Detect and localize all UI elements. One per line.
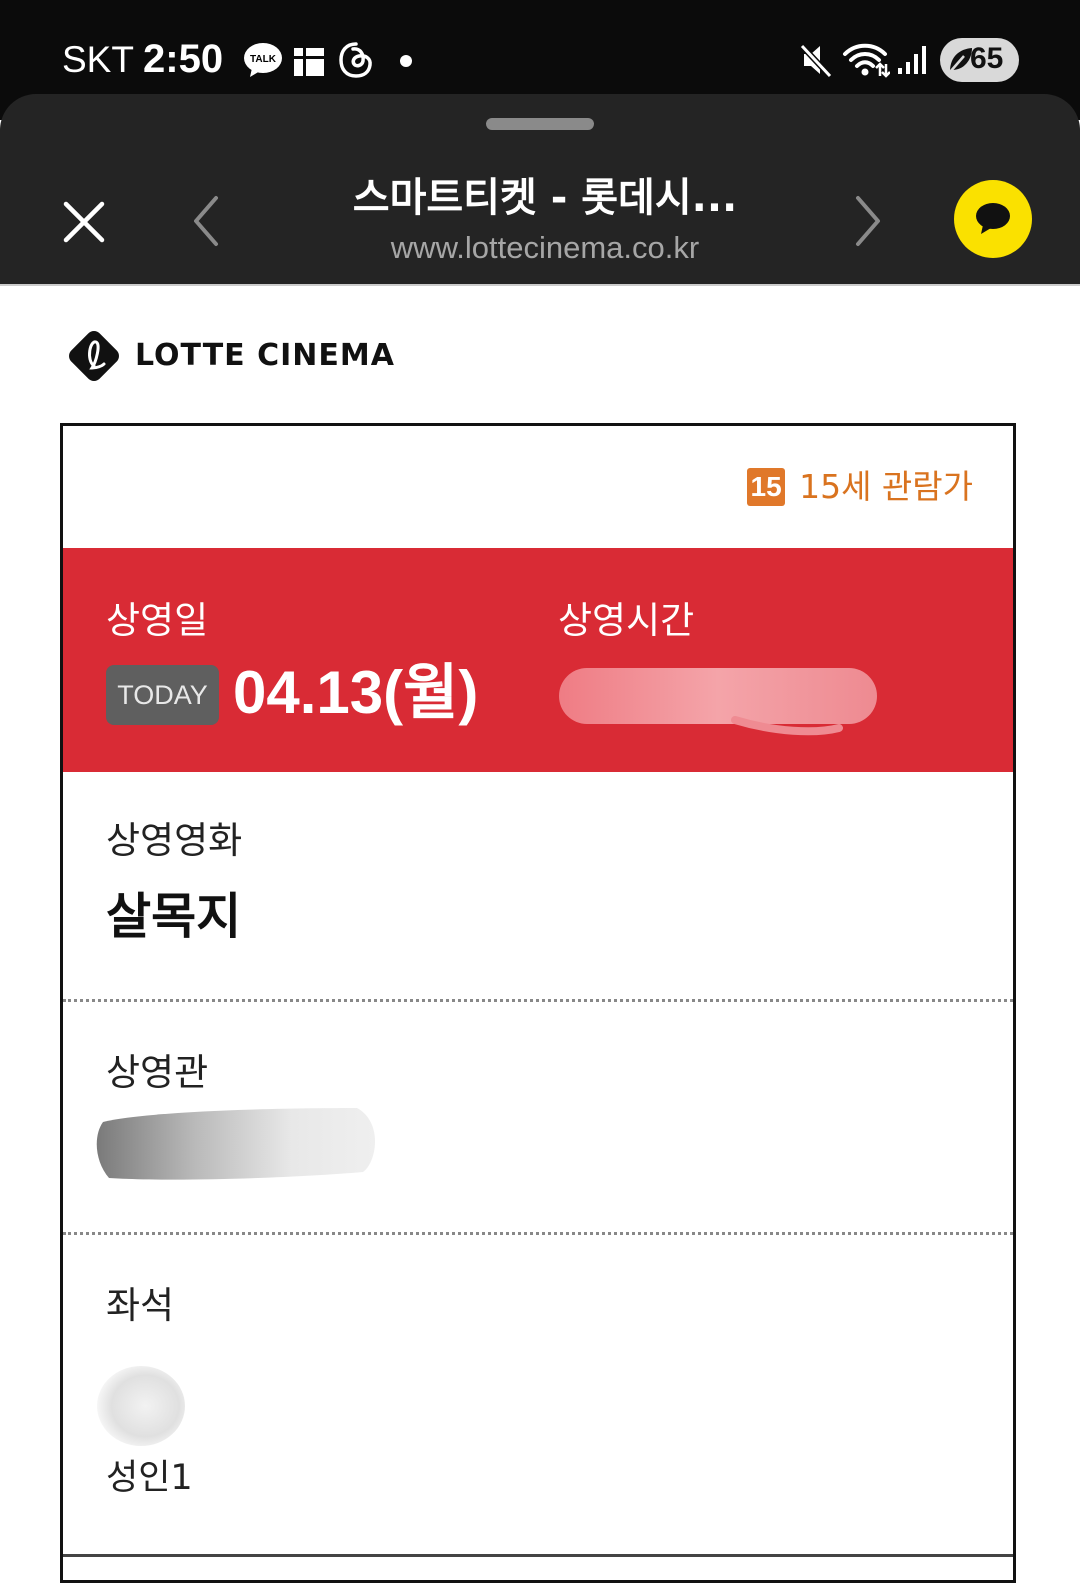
svg-text:TALK: TALK bbox=[250, 54, 277, 65]
redacted-seat-blur bbox=[97, 1366, 185, 1446]
signal-icon bbox=[898, 46, 926, 74]
calendar-widget-icon bbox=[294, 48, 324, 76]
movie-title: 살목지 bbox=[106, 888, 242, 945]
movie-label: 상영영화 bbox=[106, 819, 243, 862]
dotted-divider bbox=[63, 1232, 1013, 1235]
age-rating: 15 15세 관람가 bbox=[747, 466, 973, 508]
date-label: 상영일 bbox=[106, 599, 209, 642]
theater-label: 상영관 bbox=[106, 1051, 209, 1094]
seat-type: 성인1 bbox=[106, 1458, 193, 1498]
rating-15-icon: 15 bbox=[747, 468, 786, 506]
battery-indicator: 65 bbox=[940, 38, 1019, 82]
chevron-left-icon[interactable] bbox=[188, 194, 224, 248]
dot-icon bbox=[400, 55, 412, 67]
drag-handle[interactable] bbox=[486, 118, 594, 130]
in-app-browser-toolbar: 스마트티켓 - 롯데시... www.lottecinema.co.kr bbox=[0, 94, 1080, 285]
mute-icon bbox=[799, 43, 833, 79]
redacted-theater-blur bbox=[96, 1108, 375, 1180]
kakao-chat-icon bbox=[976, 203, 1010, 234]
rating-badge-number: 15 bbox=[750, 471, 782, 502]
close-icon[interactable] bbox=[60, 198, 108, 246]
dotted-divider bbox=[63, 999, 1013, 1002]
time-label: 상영시간 bbox=[558, 599, 695, 642]
brand-name: LOTTE CINEMA bbox=[135, 338, 395, 373]
rating-text: 15세 관람가 bbox=[799, 467, 973, 506]
section-divider bbox=[63, 1554, 1013, 1557]
wifi-icon bbox=[843, 43, 890, 78]
seat-label: 좌석 bbox=[106, 1284, 175, 1327]
chevron-right-icon[interactable] bbox=[850, 194, 886, 248]
redacted-time-blur bbox=[559, 668, 877, 736]
date-value: 04.13(월) bbox=[233, 659, 479, 726]
smart-ticket-card: 15 15세 관람가 상영일 TODAY 04.13(월) 상영시간 상영영화 … bbox=[60, 423, 1016, 1583]
lotte-cinema-logo-icon bbox=[69, 331, 119, 381]
today-badge: TODAY bbox=[106, 665, 219, 725]
showtime-band: 상영일 TODAY 04.13(월) 상영시간 bbox=[63, 548, 1013, 772]
kakao-share-button[interactable] bbox=[954, 180, 1032, 258]
toolbar-divider bbox=[0, 284, 1080, 286]
clock: 2:50 bbox=[143, 37, 224, 81]
battery-level: 65 bbox=[970, 42, 1004, 75]
carrier-label: SKT bbox=[62, 39, 134, 80]
page-url[interactable]: www.lottecinema.co.kr bbox=[330, 229, 760, 267]
page-title: 스마트티켓 - 롯데시... bbox=[352, 175, 738, 221]
threads-icon bbox=[339, 42, 372, 78]
kakaotalk-icon: TALK bbox=[244, 43, 282, 77]
